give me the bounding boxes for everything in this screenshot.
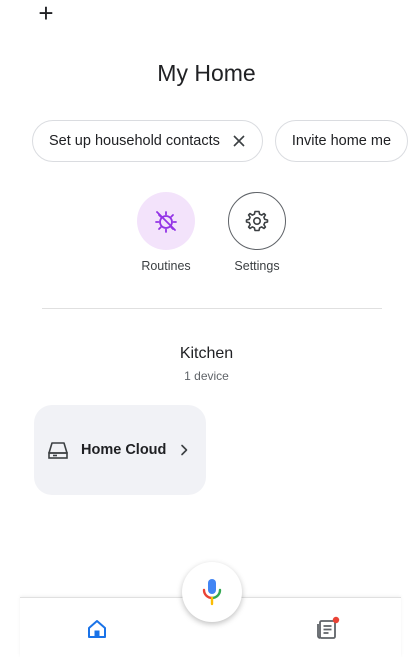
routines-circle[interactable]: [137, 192, 195, 250]
quick-actions: Routines Settings: [0, 192, 413, 282]
routines-label: Routines: [141, 259, 191, 273]
room-device-count: 1 device: [184, 369, 229, 383]
close-icon[interactable]: [232, 134, 246, 148]
chevron-right-icon: [181, 444, 188, 456]
router-icon: [48, 442, 68, 459]
home-screen: + My Home Set up household contacts Invi…: [0, 0, 413, 657]
microphone-icon: [202, 579, 222, 606]
chip-invite-home-member[interactable]: Invite home me: [274, 120, 409, 162]
room-title: Kitchen: [179, 345, 234, 362]
feed-icon[interactable]: [315, 615, 341, 641]
suggestion-chips: Set up household contacts Invite home me: [32, 120, 413, 164]
notification-badge: [332, 616, 340, 624]
routines-sun-icon: [155, 211, 177, 233]
settings-button[interactable]: Settings: [217, 192, 297, 273]
section-divider: [42, 308, 382, 309]
microphone-button[interactable]: [182, 562, 242, 622]
settings-circle[interactable]: [228, 192, 286, 250]
gear-icon: [245, 210, 269, 232]
device-name: Home Cloud: [81, 442, 167, 458]
chip-household-contacts[interactable]: Set up household contacts: [32, 120, 263, 162]
page-title: My Home: [157, 60, 256, 86]
plus-icon[interactable]: +: [34, 0, 58, 26]
home-icon[interactable]: [86, 618, 108, 640]
settings-label: Settings: [234, 259, 280, 273]
device-card-home-cloud[interactable]: Home Cloud: [34, 405, 206, 495]
routines-button[interactable]: Routines: [126, 192, 206, 273]
chip-label: Set up household contacts: [49, 133, 220, 149]
chip-label: Invite home me: [291, 133, 392, 149]
